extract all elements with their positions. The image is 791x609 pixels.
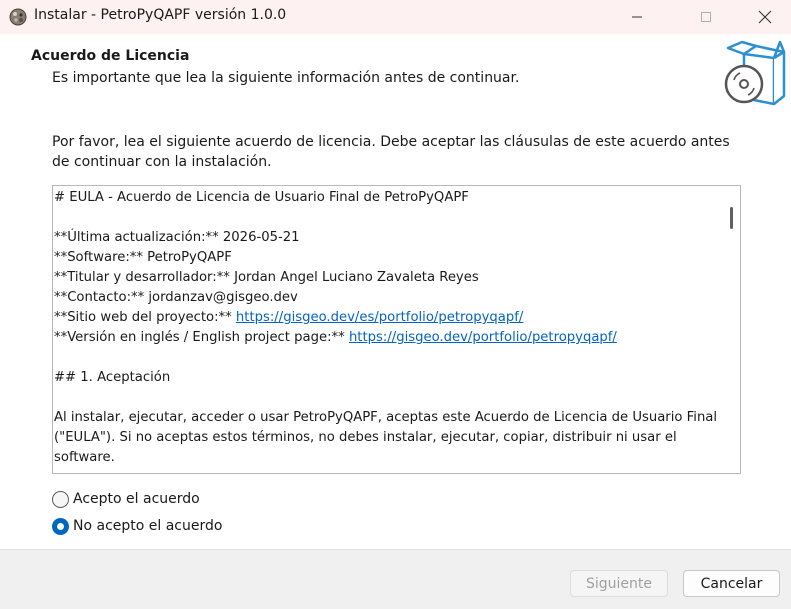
cancel-button[interactable]: Cancelar bbox=[683, 570, 780, 597]
page-title: Acuerdo de Licencia bbox=[31, 48, 190, 64]
scrollbar-thumb[interactable] bbox=[730, 207, 733, 229]
license-text: # EULA - Acuerdo de Licencia de Usuario … bbox=[54, 188, 724, 468]
license-scrollbar[interactable] bbox=[724, 186, 740, 473]
eula-software: **Software:** PetroPyQAPF bbox=[54, 250, 232, 265]
accept-radio[interactable] bbox=[52, 490, 69, 508]
eula-english-label: **Versión en inglés / English project pa… bbox=[54, 330, 349, 345]
eula-updated: **Última actualización:** 2026-05-21 bbox=[54, 230, 300, 245]
eula-contact: **Contacto:** jordanzav@gisgeo.dev bbox=[54, 290, 298, 305]
eula-website-line: **Sitio web del proyecto:** https://gisg… bbox=[54, 308, 724, 328]
wizard-header: Acuerdo de Licencia Es importante que le… bbox=[0, 34, 791, 118]
accept-option[interactable]: Acepto el acuerdo bbox=[52, 488, 200, 510]
eula-owner: **Titular y desarrollador:** Jordan Ange… bbox=[54, 270, 479, 285]
install-box-icon bbox=[722, 40, 786, 106]
page-subtitle: Es importante que lea la siguiente infor… bbox=[52, 70, 520, 86]
license-text-box[interactable]: # EULA - Acuerdo de Licencia de Usuario … bbox=[52, 185, 741, 474]
wizard-footer: Siguiente Cancelar bbox=[0, 549, 791, 609]
accept-label[interactable]: Acepto el acuerdo bbox=[73, 491, 200, 507]
english-page-link[interactable]: https://gisgeo.dev/portfolio/petropyqapf… bbox=[349, 330, 617, 345]
license-intro-text: Por favor, lea el siguiente acuerdo de l… bbox=[52, 134, 730, 170]
decline-label[interactable]: No acepto el acuerdo bbox=[73, 518, 222, 534]
minimize-button[interactable] bbox=[614, 0, 660, 34]
website-link[interactable]: https://gisgeo.dev/es/portfolio/petropyq… bbox=[236, 310, 523, 325]
eula-english-line: **Versión en inglés / English project pa… bbox=[54, 328, 724, 348]
decline-radio[interactable] bbox=[52, 517, 69, 535]
title-bar: Instalar - PetroPyQAPF versión 1.0.0 bbox=[0, 0, 791, 34]
window-title: Instalar - PetroPyQAPF versión 1.0.0 bbox=[34, 7, 287, 23]
eula-heading: # EULA - Acuerdo de Licencia de Usuario … bbox=[54, 190, 469, 205]
app-icon bbox=[9, 8, 27, 26]
eula-paragraph: Al instalar, ejecutar, acceder o usar Pe… bbox=[54, 410, 718, 465]
decline-option[interactable]: No acepto el acuerdo bbox=[52, 515, 222, 537]
eula-website-label: **Sitio web del proyecto:** bbox=[54, 310, 236, 325]
eula-section-acceptance: ## 1. Aceptación bbox=[54, 370, 171, 385]
close-icon bbox=[758, 10, 772, 24]
minimize-icon bbox=[632, 16, 642, 18]
maximize-button[interactable] bbox=[683, 0, 729, 34]
next-button[interactable]: Siguiente bbox=[570, 570, 668, 597]
maximize-icon bbox=[701, 12, 711, 22]
close-button[interactable] bbox=[742, 0, 788, 34]
